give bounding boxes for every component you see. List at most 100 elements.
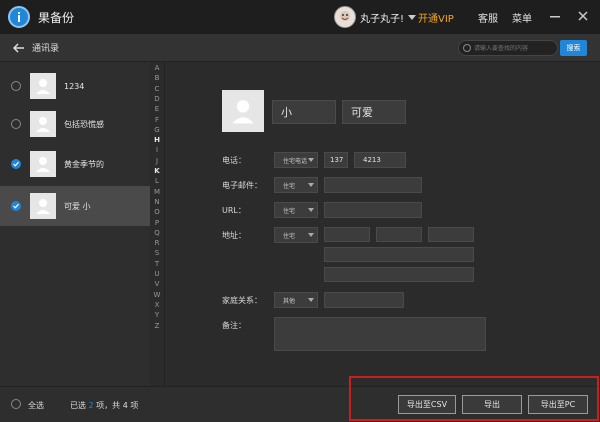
list-item[interactable]: 黄金季节的	[0, 144, 150, 184]
alphabet-letter[interactable]: D	[150, 95, 164, 103]
chevron-down-icon	[308, 158, 314, 162]
address-field-4[interactable]	[324, 247, 474, 262]
check-icon	[13, 161, 19, 167]
phone-type-select[interactable]: 住宅电话	[274, 152, 318, 168]
family-type-select[interactable]: 其他	[274, 292, 318, 308]
url-field[interactable]	[324, 202, 422, 218]
export-csv-button[interactable]: 导出至CSV	[398, 395, 456, 414]
family-field[interactable]	[324, 292, 404, 308]
contact-photo-icon	[30, 111, 56, 137]
contact-name: 1234	[64, 81, 85, 91]
email-label: 电子邮件：	[222, 181, 262, 190]
alphabet-letter[interactable]: H	[150, 136, 164, 144]
alphabet-letter[interactable]: U	[150, 270, 164, 278]
phone-field-1[interactable]: 137	[324, 152, 348, 168]
close-icon[interactable]	[576, 9, 590, 23]
alphabet-letter[interactable]: R	[150, 239, 164, 247]
address-field-2[interactable]	[376, 227, 422, 242]
row-checkbox[interactable]	[11, 119, 21, 129]
family-label: 家庭关系：	[222, 296, 262, 305]
url-type-select[interactable]: 住宅	[274, 202, 318, 218]
chevron-down-icon	[408, 14, 417, 20]
address-type-select[interactable]: 住宅	[274, 227, 318, 243]
alphabet-letter[interactable]: M	[150, 188, 164, 196]
url-label: URL：	[222, 206, 246, 215]
email-type-value: 住宅	[283, 182, 296, 190]
list-item[interactable]: 可爱 小	[0, 186, 150, 226]
alphabet-letter[interactable]: E	[150, 105, 164, 113]
alphabet-letter[interactable]: O	[150, 208, 164, 216]
username: 丸子丸子!	[360, 13, 405, 25]
contact-photo-icon	[30, 73, 56, 99]
alphabet-letter[interactable]: Z	[150, 322, 164, 330]
select-all-checkbox[interactable]	[11, 399, 21, 409]
search-button[interactable]: 搜索	[560, 40, 587, 56]
app-title: 果备份	[38, 10, 75, 25]
vip-link[interactable]: 开通VIP	[418, 10, 454, 25]
export-to-pc-button[interactable]: 导出至PC	[528, 395, 588, 414]
address-label: 地址：	[222, 231, 246, 240]
alphabet-letter[interactable]: L	[150, 177, 164, 185]
contact-photo-icon	[30, 151, 56, 177]
alphabet-letter[interactable]: F	[150, 116, 164, 124]
alphabet-letter[interactable]: Y	[150, 311, 164, 319]
chevron-down-icon	[308, 183, 314, 187]
first-name-field[interactable]: 小	[272, 100, 336, 124]
count-prefix: 已选	[70, 401, 89, 410]
contact-photo-icon	[30, 193, 56, 219]
check-icon	[13, 203, 19, 209]
alphabet-letter[interactable]: S	[150, 249, 164, 257]
alphabet-index: ABCDEFGHIJKLMNOPQRSTUVWXYZ	[150, 62, 164, 386]
menu-link[interactable]: 菜单	[512, 10, 532, 25]
alphabet-letter[interactable]: C	[150, 85, 164, 93]
note-field[interactable]	[274, 317, 486, 351]
service-link[interactable]: 客服	[478, 10, 498, 25]
select-all-label[interactable]: 全选	[28, 400, 44, 411]
row-checkbox[interactable]	[11, 81, 21, 91]
contact-name: 包括恐慌感	[64, 119, 104, 129]
contact-photo-icon[interactable]	[222, 90, 264, 132]
alphabet-letter[interactable]: I	[150, 146, 164, 154]
alphabet-letter[interactable]: V	[150, 280, 164, 288]
chevron-down-icon	[308, 233, 314, 237]
last-name-field[interactable]: 可爱	[342, 100, 406, 124]
app-logo-icon	[8, 6, 30, 28]
title-bar: 果备份	[0, 0, 600, 34]
alphabet-letter[interactable]: X	[150, 301, 164, 309]
alphabet-letter[interactable]: G	[150, 126, 164, 134]
alphabet-letter[interactable]: J	[150, 157, 164, 165]
list-item[interactable]: 1234	[0, 66, 150, 106]
search-input[interactable]	[473, 44, 557, 52]
count-suffix: 项，共 4 项	[93, 401, 139, 410]
alphabet-letter[interactable]: B	[150, 74, 164, 82]
alphabet-letter[interactable]: W	[150, 291, 164, 299]
note-label: 备注：	[222, 321, 246, 330]
minimize-icon[interactable]	[548, 9, 562, 23]
alphabet-letter[interactable]: T	[150, 260, 164, 268]
email-type-select[interactable]: 住宅	[274, 177, 318, 193]
alphabet-letter[interactable]: K	[150, 167, 164, 175]
phone-type-value: 住宅电话	[283, 157, 308, 165]
selection-count: 已选 2 项，共 4 项	[70, 400, 138, 411]
address-field-3[interactable]	[428, 227, 474, 242]
search-icon	[463, 44, 471, 52]
phone-field-2[interactable]: 4213	[354, 152, 406, 168]
alphabet-letter[interactable]: N	[150, 198, 164, 206]
address-type-value: 住宅	[283, 232, 296, 240]
chevron-down-icon	[308, 208, 314, 212]
url-type-value: 住宅	[283, 207, 296, 215]
user-menu[interactable]: 丸子丸子!	[334, 6, 417, 28]
address-field-1[interactable]	[324, 227, 370, 242]
contact-name: 黄金季节的	[64, 159, 104, 169]
alphabet-letter[interactable]: A	[150, 64, 164, 72]
alphabet-letter[interactable]: Q	[150, 229, 164, 237]
email-field[interactable]	[324, 177, 422, 193]
back-arrow-icon[interactable]	[12, 41, 26, 55]
row-checkbox[interactable]	[11, 201, 21, 211]
alphabet-letter[interactable]: P	[150, 219, 164, 227]
search-box[interactable]	[458, 40, 558, 56]
address-field-5[interactable]	[324, 267, 474, 282]
export-button[interactable]: 导出	[462, 395, 522, 414]
list-item[interactable]: 包括恐慌感	[0, 104, 150, 144]
row-checkbox[interactable]	[11, 159, 21, 169]
